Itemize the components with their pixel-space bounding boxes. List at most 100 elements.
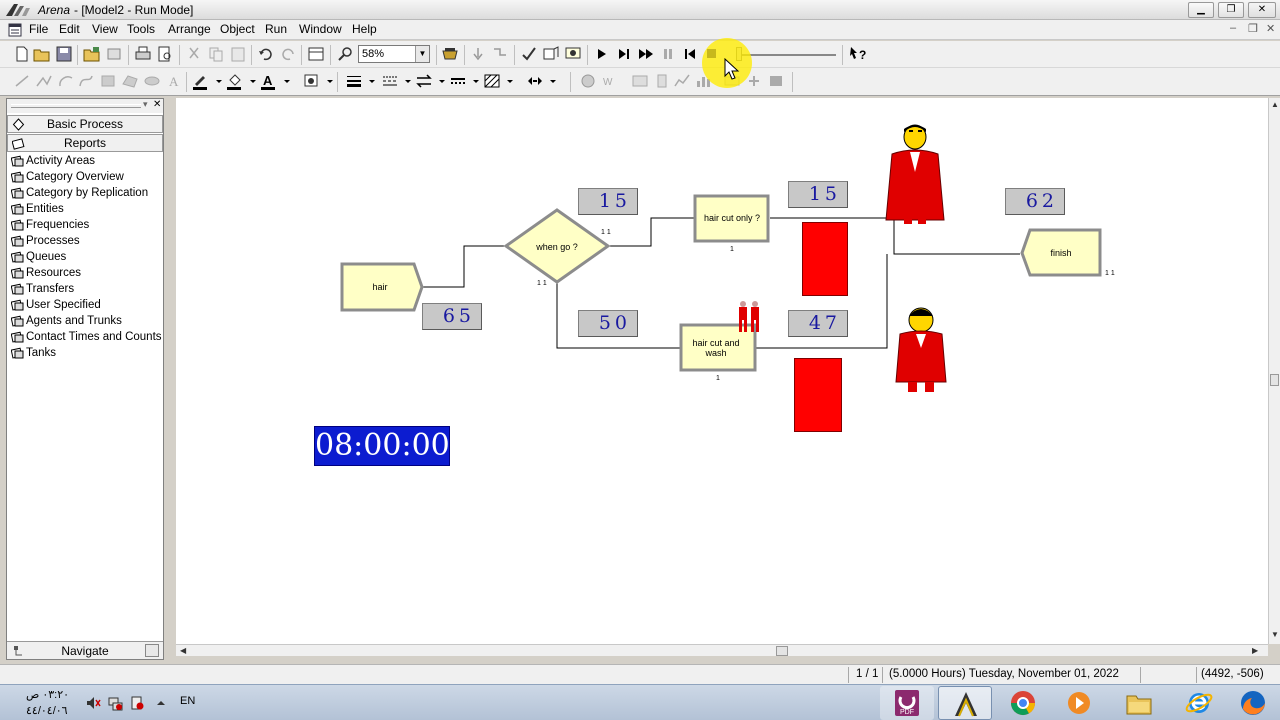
report-item[interactable]: Contact Times and Counts	[7, 329, 163, 345]
project-bar-header[interactable]: ▾ ✕	[7, 99, 163, 113]
taskbar-arena[interactable]	[938, 686, 992, 720]
submodel-icon[interactable]	[519, 45, 539, 63]
open-icon[interactable]	[32, 45, 52, 63]
menu-window[interactable]: Window	[299, 22, 342, 36]
global-icon[interactable]	[766, 72, 786, 90]
scroll-left-icon[interactable]: ◀	[180, 646, 186, 655]
arc-icon[interactable]	[56, 72, 76, 90]
close-button[interactable]: ✕	[1248, 2, 1276, 18]
date-icon[interactable]: W	[600, 72, 620, 90]
vertical-scrollbar[interactable]: ▲ ▼	[1268, 98, 1280, 644]
undo-icon[interactable]	[256, 45, 276, 63]
animate-transfer-icon[interactable]	[563, 45, 583, 63]
panel-reports[interactable]: Reports	[7, 134, 163, 152]
report-item[interactable]: Category by Replication	[7, 185, 163, 201]
model-canvas[interactable]: hair when go ? hair cut only ? hair cut …	[176, 98, 1268, 644]
menu-edit[interactable]: Edit	[59, 22, 80, 36]
menu-view[interactable]: View	[92, 22, 118, 36]
cut-icon[interactable]	[184, 45, 204, 63]
context-help-icon[interactable]: ?	[848, 45, 868, 63]
menu-file[interactable]: File	[29, 22, 48, 36]
scroll-up-icon[interactable]: ▲	[1271, 100, 1279, 109]
menu-help[interactable]: Help	[352, 22, 377, 36]
report-item[interactable]: Transfers	[7, 281, 163, 297]
document-icon[interactable]	[8, 23, 22, 37]
action-center-icon[interactable]	[129, 695, 145, 711]
line-pattern-icon[interactable]	[448, 72, 468, 90]
taskbar-internet-explorer[interactable]	[1172, 686, 1226, 720]
line-style-icon[interactable]	[380, 72, 400, 90]
report-item[interactable]: User Specified	[7, 297, 163, 313]
scroll-right-icon[interactable]: ▶	[1252, 646, 1258, 655]
report-item[interactable]: Processes	[7, 233, 163, 249]
box-icon[interactable]	[98, 72, 118, 90]
volume-muted-icon[interactable]	[85, 695, 101, 711]
report-item[interactable]: Agents and Trunks	[7, 313, 163, 329]
open-template-icon[interactable]	[82, 45, 102, 63]
layers-display-icon[interactable]	[440, 45, 460, 63]
tray-clock-date[interactable]: ٤٤/٠٤/٠٦	[26, 704, 68, 717]
paste-icon[interactable]	[228, 45, 248, 63]
window-background-color-icon[interactable]	[302, 72, 322, 90]
panel-options-icon[interactable]	[145, 644, 159, 657]
chevron-down-icon[interactable]	[500, 72, 513, 90]
vertical-scroll-thumb[interactable]	[1270, 374, 1279, 386]
chevron-down-icon[interactable]	[362, 72, 375, 90]
project-bar-menu-button[interactable]: ▾	[143, 99, 148, 110]
menu-run[interactable]: Run	[265, 22, 287, 36]
language-indicator[interactable]: EN	[180, 695, 195, 707]
horizontal-scrollbar[interactable]: ◀ ▶	[176, 644, 1268, 656]
print-preview-icon[interactable]	[155, 45, 175, 63]
smart-connect-icon[interactable]	[490, 45, 510, 63]
taskbar-pdf[interactable]: PDF	[880, 686, 934, 720]
line-width-icon[interactable]	[344, 72, 364, 90]
tray-clock-time[interactable]: ٠٣:٢٠ ص	[26, 688, 69, 701]
taskbar-chrome[interactable]	[996, 686, 1050, 720]
taskbar-explorer[interactable]	[1112, 686, 1166, 720]
align-icon[interactable]	[525, 72, 545, 90]
pause-icon[interactable]	[658, 45, 678, 63]
line-color-icon[interactable]	[191, 72, 211, 90]
menu-tools[interactable]: Tools	[127, 22, 155, 36]
report-item[interactable]: Category Overview	[7, 169, 163, 185]
fill-color-icon[interactable]	[225, 72, 245, 90]
menu-arrange[interactable]: Arrange	[168, 22, 211, 36]
project-bar-close-button[interactable]: ✕	[153, 99, 161, 110]
chevron-down-icon[interactable]	[243, 72, 256, 90]
report-item[interactable]: Tanks	[7, 345, 163, 361]
clock-icon[interactable]	[578, 72, 598, 90]
chevron-down-icon[interactable]	[432, 72, 445, 90]
restore-button[interactable]: ❐	[1218, 2, 1244, 18]
connect-icon[interactable]	[468, 45, 488, 63]
report-item[interactable]: Queues	[7, 249, 163, 265]
detach-icon[interactable]	[104, 45, 124, 63]
polyline-icon[interactable]	[34, 72, 54, 90]
zoom-select[interactable]: 58% ▼	[358, 45, 430, 63]
level-icon[interactable]	[652, 72, 672, 90]
variable-icon[interactable]	[630, 72, 650, 90]
chevron-down-icon[interactable]	[320, 72, 333, 90]
chevron-down-icon[interactable]: ▼	[415, 46, 429, 62]
mdi-minimize-button[interactable]: –	[1230, 22, 1236, 34]
chevron-down-icon[interactable]	[543, 72, 556, 90]
chevron-down-icon[interactable]	[398, 72, 411, 90]
scroll-down-icon[interactable]: ▼	[1271, 630, 1279, 639]
chevron-down-icon[interactable]	[277, 72, 290, 90]
layers-icon[interactable]	[306, 45, 326, 63]
text-icon[interactable]: A	[164, 72, 184, 90]
go-icon[interactable]	[592, 45, 612, 63]
ellipse-icon[interactable]	[142, 72, 162, 90]
taskbar-firefox[interactable]	[1226, 686, 1280, 720]
redo-icon[interactable]	[278, 45, 298, 63]
line-icon[interactable]	[12, 72, 32, 90]
report-item[interactable]: Resources	[7, 265, 163, 281]
panel-basic-process[interactable]: Basic Process	[7, 115, 163, 133]
menu-object[interactable]: Object	[220, 22, 255, 36]
polygon-icon[interactable]	[120, 72, 140, 90]
bezier-icon[interactable]	[76, 72, 96, 90]
text-color-icon[interactable]: A	[259, 72, 279, 90]
network-icon[interactable]	[107, 695, 123, 711]
plot-icon[interactable]	[672, 72, 692, 90]
fast-forward-icon[interactable]	[636, 45, 656, 63]
chevron-down-icon[interactable]	[466, 72, 479, 90]
